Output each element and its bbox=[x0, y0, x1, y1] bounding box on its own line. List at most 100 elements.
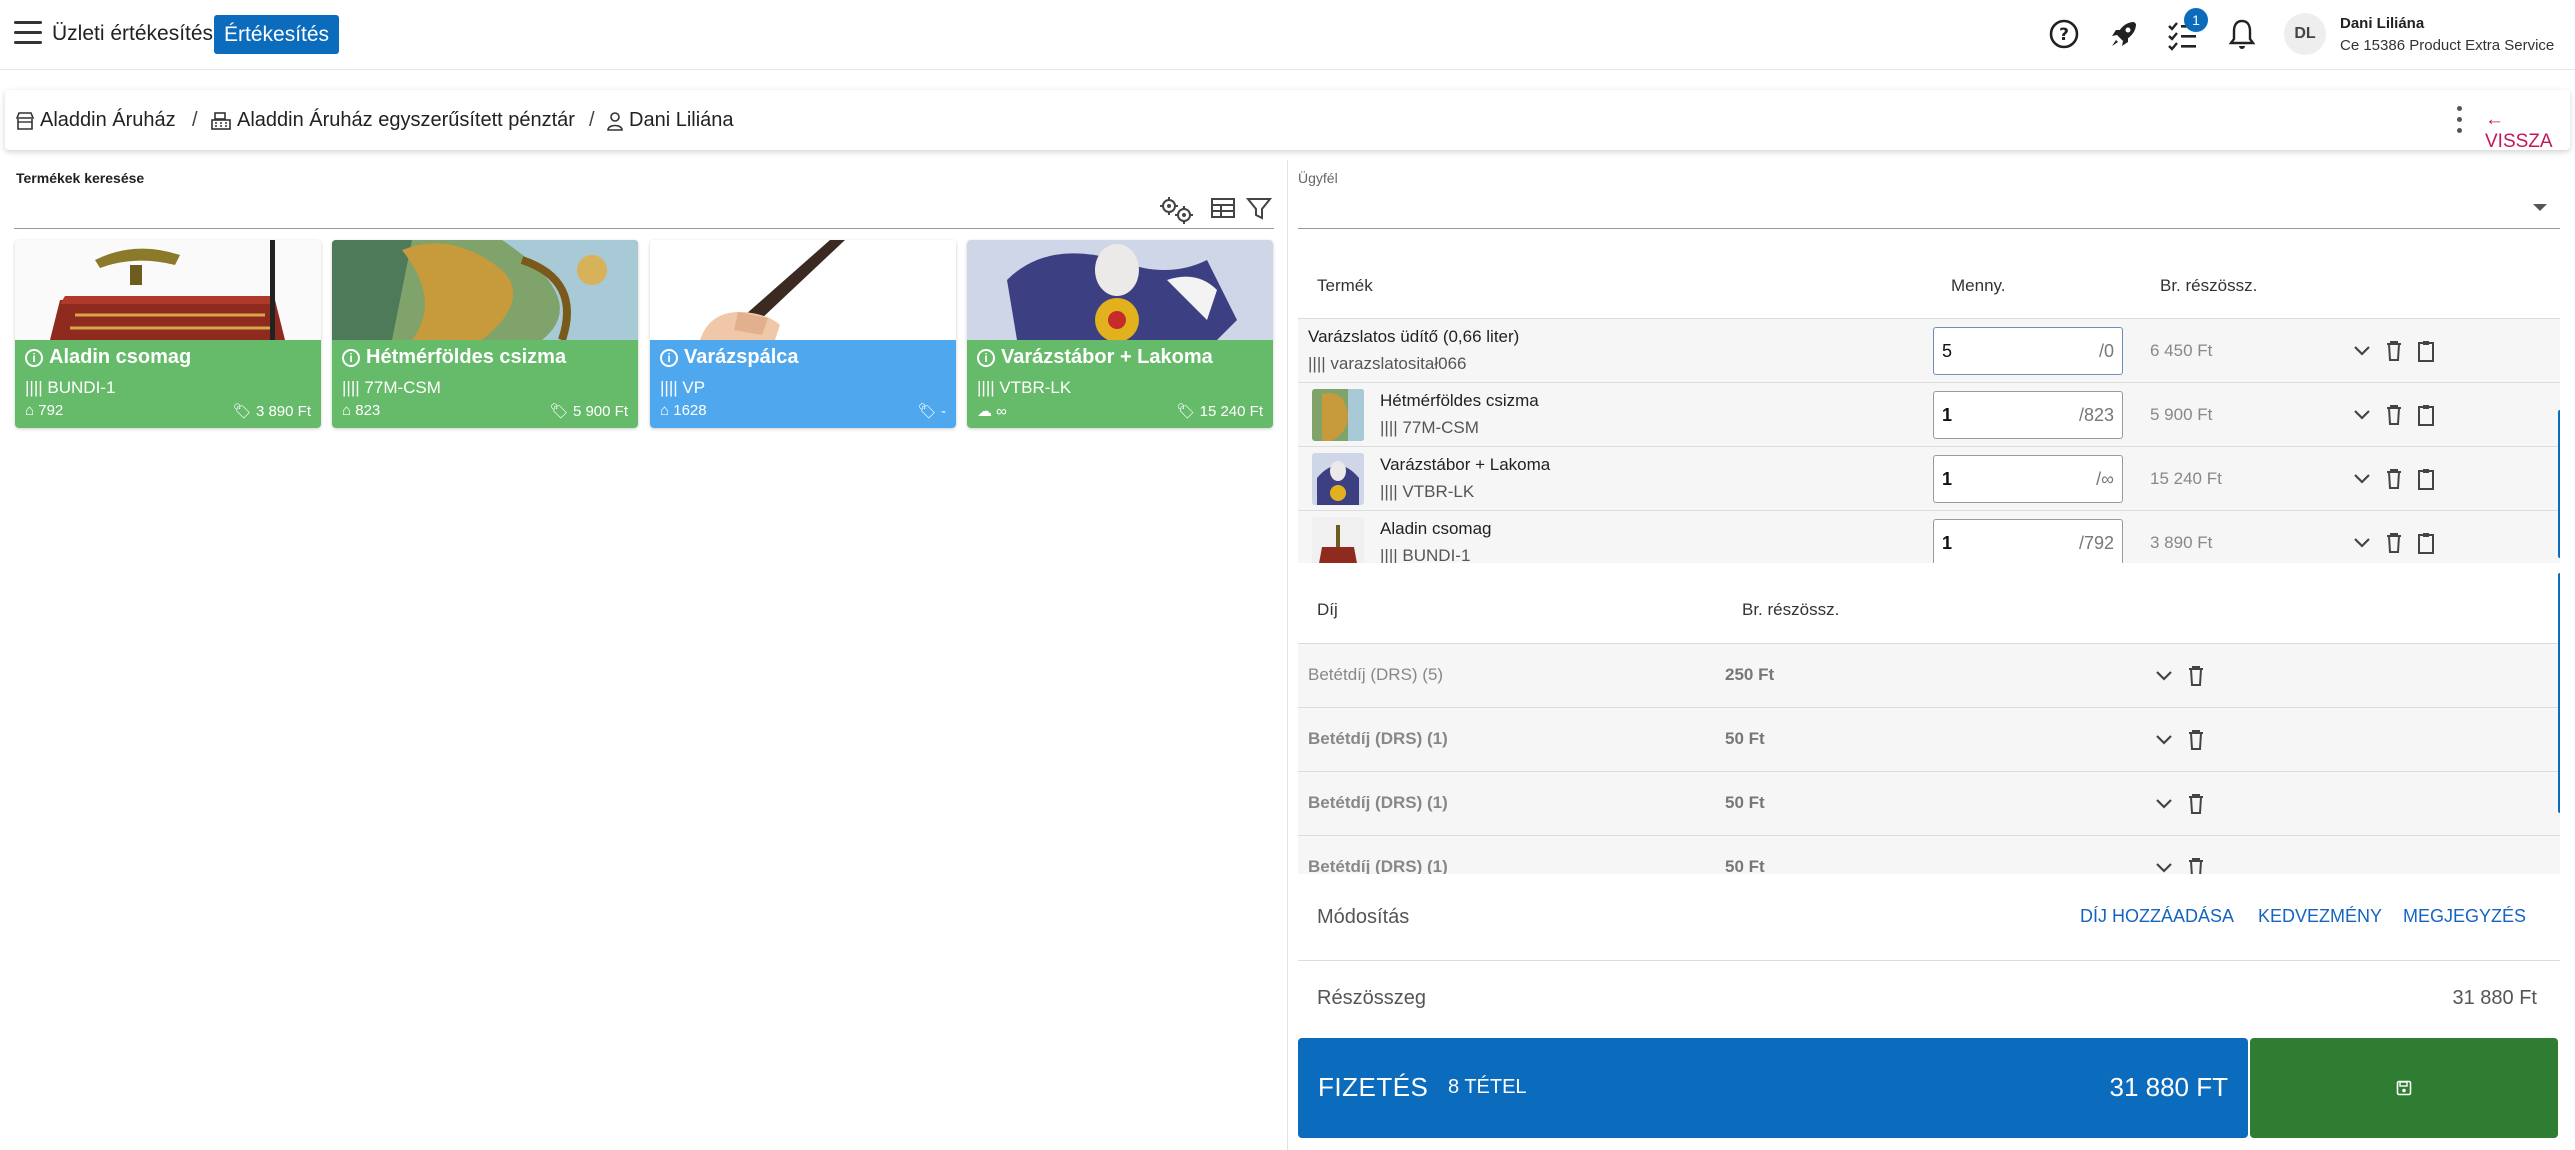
quantity-input[interactable]: 1 /823 bbox=[1933, 391, 2123, 439]
breadcrumb-separator: / bbox=[192, 109, 198, 131]
clipboard-icon[interactable] bbox=[2416, 403, 2436, 427]
table-row: Hétmérföldes csizma |||| 77M-CSM 1 /823 … bbox=[1298, 383, 2560, 447]
scrollbar[interactable] bbox=[2558, 410, 2560, 558]
product-card[interactable]: i Aladin csomag |||| BUNDI-1 ⌂ 792 🏷 3 89… bbox=[15, 240, 321, 428]
chevron-down-icon[interactable] bbox=[2154, 860, 2174, 874]
product-image bbox=[967, 240, 1273, 340]
info-icon[interactable]: i bbox=[342, 349, 360, 367]
pay-total: 31 880 FT bbox=[2109, 1072, 2228, 1102]
pay-button[interactable]: FIZETÉS 8 TÉTEL 31 880 FT bbox=[1298, 1038, 2248, 1138]
info-icon[interactable]: i bbox=[977, 349, 995, 367]
quantity-input[interactable]: 1 /792 bbox=[1933, 519, 2123, 563]
chevron-down-icon[interactable] bbox=[2352, 535, 2372, 551]
clipboard-icon[interactable] bbox=[2416, 339, 2436, 363]
chevron-down-icon[interactable] bbox=[2154, 796, 2174, 812]
quantity-max: /0 bbox=[2098, 341, 2114, 361]
info-icon[interactable]: i bbox=[25, 349, 43, 367]
col-header-subtotal: Br. részössz. bbox=[2160, 276, 2258, 295]
note-button[interactable]: MEGJEGYZÉS bbox=[2403, 906, 2526, 927]
product-card-stock: ⌂ 823 bbox=[342, 402, 381, 419]
table-row: Betétdíj (DRS) (1) 50 Ft bbox=[1298, 772, 2560, 836]
fee-name: Betétdíj (DRS) (5) bbox=[1308, 665, 1444, 684]
product-search-input[interactable] bbox=[14, 228, 1274, 229]
product-card-footer: i Varázspálca |||| VP ⌂ 1628 🏷 - bbox=[650, 340, 956, 428]
clipboard-icon[interactable] bbox=[2416, 467, 2436, 491]
user-name: Dani Liliána bbox=[2340, 15, 2425, 32]
store-icon bbox=[15, 111, 35, 130]
warehouse-icon: ⌂ bbox=[660, 402, 670, 419]
clipboard-icon[interactable] bbox=[2416, 531, 2436, 555]
breadcrumb-separator: / bbox=[589, 109, 595, 131]
chevron-down-icon[interactable] bbox=[2533, 204, 2547, 211]
customer-select[interactable] bbox=[1298, 228, 2560, 229]
product-card-title: i Varázstábor + Lakoma bbox=[977, 346, 1213, 369]
product-card-price: 🏷 - bbox=[917, 403, 946, 420]
quantity-value: 1 bbox=[1942, 469, 1953, 489]
filter-icon[interactable] bbox=[1246, 195, 1272, 221]
discount-button[interactable]: KEDVEZMÉNY bbox=[2258, 906, 2382, 927]
scrollbar[interactable] bbox=[2558, 573, 2560, 813]
quantity-input[interactable]: 5 /0 bbox=[1933, 327, 2123, 375]
info-icon[interactable]: i bbox=[660, 349, 678, 367]
item-subtotal: 3 890 Ft bbox=[2150, 533, 2213, 552]
product-card-code: |||| BUNDI-1 bbox=[25, 378, 116, 397]
menu-icon[interactable] bbox=[14, 21, 42, 47]
add-fee-button[interactable]: DÍJ HOZZÁADÁSA bbox=[2080, 906, 2234, 927]
trash-icon[interactable] bbox=[2384, 531, 2404, 555]
bell-icon[interactable] bbox=[2224, 16, 2260, 52]
chevron-down-icon[interactable] bbox=[2352, 407, 2372, 423]
item-code: |||| varazslatositał066 bbox=[1308, 354, 1467, 373]
quantity-input[interactable]: 1 /∞ bbox=[1933, 455, 2123, 503]
save-button[interactable] bbox=[2250, 1038, 2558, 1138]
price-tag-icon: 🏷 bbox=[1176, 403, 1196, 420]
cloud-icon: ☁ bbox=[977, 403, 992, 420]
cart-panel: Ügyfél Termék Menny. Br. részössz. Varáz… bbox=[1290, 160, 2575, 1150]
more-options-icon[interactable] bbox=[2455, 106, 2465, 136]
product-card[interactable]: i Hétmérföldes csizma |||| 77M-CSM ⌂ 823 … bbox=[332, 240, 638, 428]
product-card-code: |||| VTBR-LK bbox=[977, 378, 1072, 397]
product-card-price: 🏷 15 240 Ft bbox=[1176, 403, 1263, 420]
chevron-down-icon[interactable] bbox=[2154, 732, 2174, 748]
product-card-price: 🏷 3 890 Ft bbox=[232, 403, 311, 420]
trash-icon[interactable] bbox=[2384, 403, 2404, 427]
svg-text:?: ? bbox=[2059, 25, 2069, 45]
product-card-title: i Aladin csomag bbox=[25, 346, 191, 369]
rocket-icon[interactable] bbox=[2106, 16, 2142, 52]
trash-icon[interactable] bbox=[2186, 792, 2206, 816]
product-card-title: i Varázspálca bbox=[660, 346, 799, 369]
trash-icon[interactable] bbox=[2384, 339, 2404, 363]
breadcrumb-store[interactable]: Aladdin Áruház bbox=[15, 109, 176, 132]
trash-icon[interactable] bbox=[2384, 467, 2404, 491]
table-row: Varázstábor + Lakoma |||| VTBR-LK 1 /∞ 1… bbox=[1298, 447, 2560, 511]
tasks-count-badge: 1 bbox=[2184, 8, 2208, 32]
product-card-code: |||| VP bbox=[660, 378, 706, 397]
trash-icon[interactable] bbox=[2186, 856, 2206, 874]
barcode-icon: |||| bbox=[25, 378, 43, 397]
product-card[interactable]: i Varázspálca |||| VP ⌂ 1628 🏷 - bbox=[650, 240, 956, 428]
chevron-down-icon[interactable] bbox=[2352, 343, 2372, 359]
quantity-max: /∞ bbox=[2096, 469, 2114, 489]
warehouse-icon: ⌂ bbox=[342, 402, 352, 419]
help-icon[interactable]: ? bbox=[2046, 16, 2082, 52]
barcode-icon: |||| bbox=[660, 378, 678, 397]
product-card[interactable]: i Varázstábor + Lakoma |||| VTBR-LK ☁ ∞ 🏷… bbox=[967, 240, 1273, 428]
avatar[interactable]: DL bbox=[2284, 13, 2326, 55]
table-view-icon[interactable] bbox=[1210, 195, 1236, 221]
item-thumbnail bbox=[1312, 389, 1364, 441]
trash-icon[interactable] bbox=[2186, 664, 2206, 688]
chevron-down-icon[interactable] bbox=[2154, 668, 2174, 684]
item-thumbnail bbox=[1312, 453, 1364, 505]
fees-table: Díj Br. részössz. Betétdíj (DRS) (5) 250… bbox=[1298, 568, 2560, 874]
chevron-down-icon[interactable] bbox=[2352, 471, 2372, 487]
settings-icon[interactable] bbox=[1156, 195, 1196, 225]
item-thumbnail bbox=[1312, 517, 1364, 563]
sales-section-button[interactable]: Értékesítés bbox=[214, 15, 340, 54]
product-card-title: i Hétmérföldes csizma bbox=[342, 346, 566, 369]
trash-icon[interactable] bbox=[2186, 728, 2206, 752]
back-button[interactable]: ← VISSZA bbox=[2485, 109, 2570, 153]
item-code: |||| 77M-CSM bbox=[1380, 418, 1479, 437]
product-card-stock: ☁ ∞ bbox=[977, 403, 1007, 420]
breadcrumb-cashier[interactable]: Dani Liliána bbox=[606, 109, 734, 132]
breadcrumb-register[interactable]: Aladdin Áruház egyszerűsített pénztár bbox=[210, 109, 575, 132]
item-name: Varázslatos üdítő (0,66 liter) bbox=[1308, 327, 1520, 346]
